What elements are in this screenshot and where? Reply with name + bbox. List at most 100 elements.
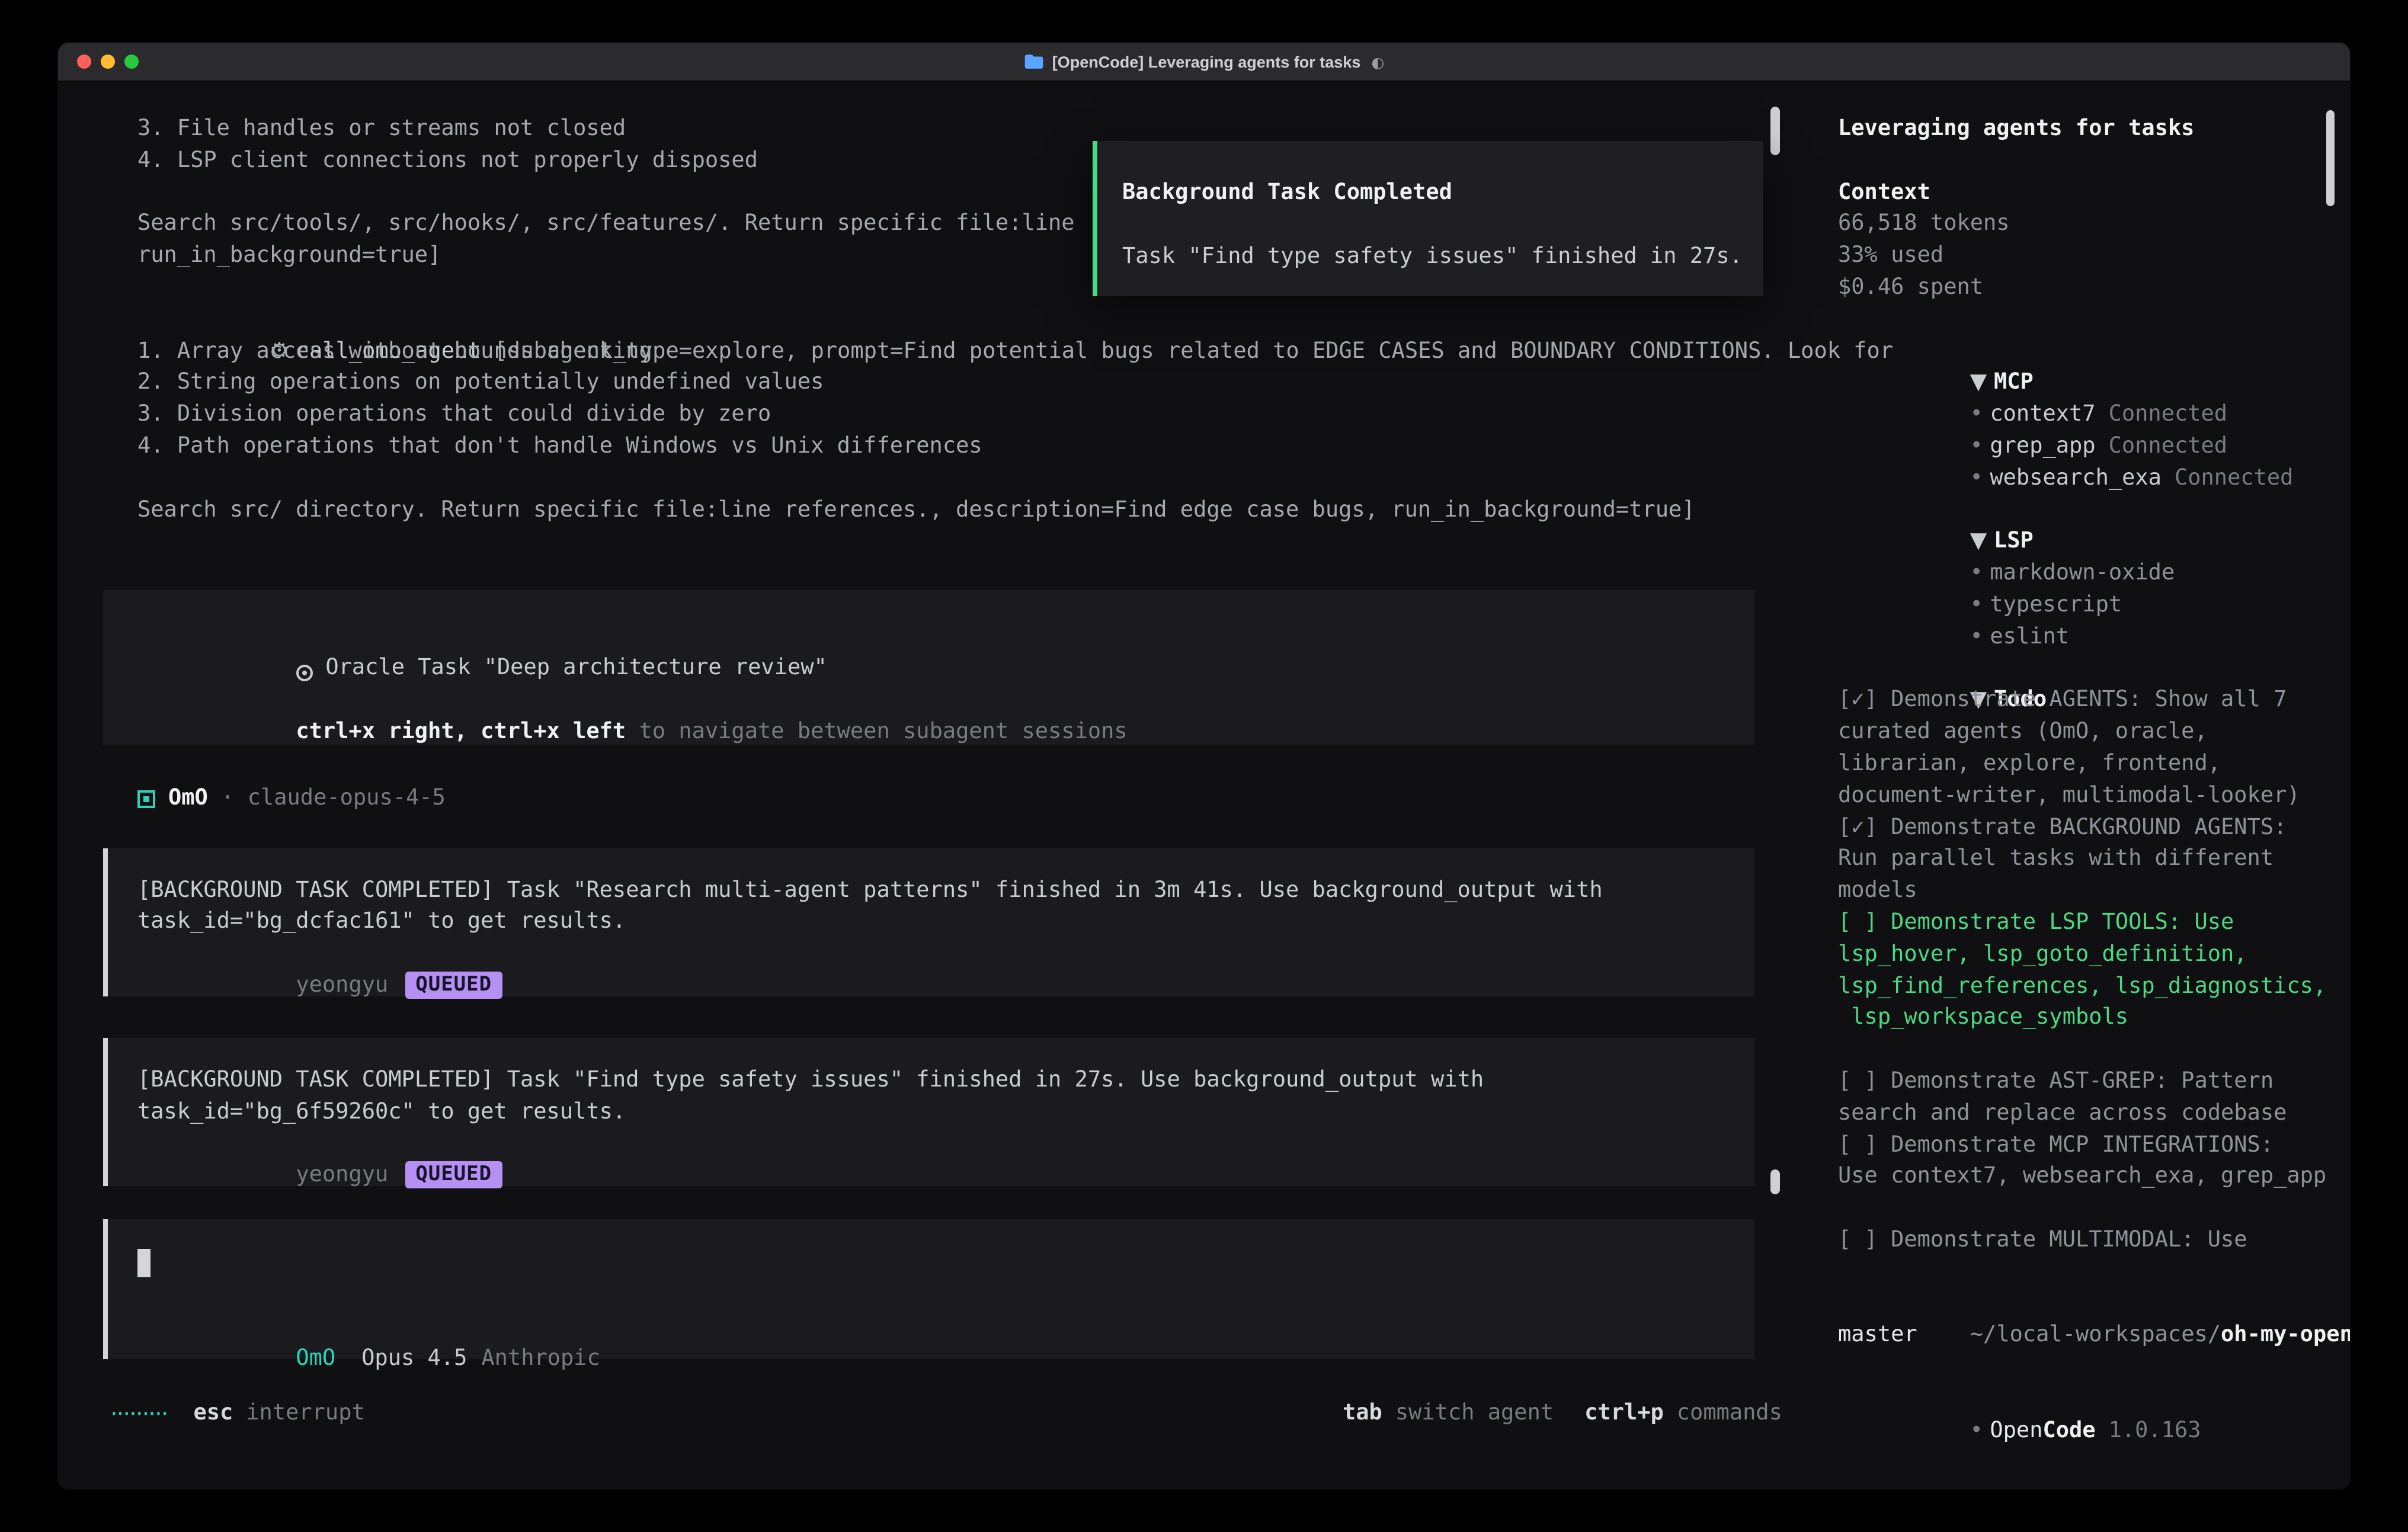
tool-call-line: ⚙ call_omo_agent [subagent_type=explore,… [137, 305, 1813, 336]
todo-line-active: lsp_find_references, lsp_diagnostics, [1838, 971, 2326, 1003]
prompt-input[interactable]: OmOOpus 4.5Anthropic [103, 1220, 1754, 1359]
lsp-name: markdown-oxide [1990, 560, 2175, 585]
mcp-name: context7 [1990, 402, 2095, 427]
blank-line [137, 1280, 1754, 1312]
sidebar: Leveraging agents for tasks Context 66,5… [1813, 82, 2350, 1491]
tool-call-args: [subagent_type=explore, prompt=Find pote… [481, 338, 1894, 363]
context-tokens: 66,518 tokens [1838, 209, 2326, 241]
todo-line-active: lsp_workspace_symbols [1838, 1003, 2326, 1035]
tool-call-list-line: 2. String operations on potentially unde… [137, 368, 1813, 400]
mcp-status: Connected [2175, 466, 2294, 491]
todo-line: [ ] Demonstrate AST-GREP: Pattern [1838, 1066, 2326, 1098]
commands-key-hint: ctrl+p [1584, 1398, 1664, 1430]
todo-line: document-writer, multimodal-looker) [1838, 780, 2326, 812]
window-title: [OpenCode] Leveraging agents for tasks ◐ [58, 53, 2350, 70]
context-spent: $0.46 spent [1838, 273, 2326, 305]
collapse-triangle-icon: ▼ [1970, 370, 1994, 395]
todo-line-active: lsp_hover, lsp_goto_definition, [1838, 939, 2326, 971]
workspace-repo: oh-my-opencode: [2221, 1323, 2350, 1348]
status-badge: QUEUED [405, 1162, 502, 1189]
mcp-status: Connected [2109, 402, 2228, 427]
tool-call-list-line: 4. Path operations that don't handle Win… [137, 431, 1813, 463]
window-content: 3. File handles or streams not closed 4.… [58, 82, 2350, 1491]
tool-call-tail-line: Search src/ directory. Return specific f… [137, 495, 1813, 527]
agent-header: OmO · claude-opus-4-5 [137, 783, 1813, 815]
blank-line [1838, 1034, 2326, 1066]
scrollbar-thumb[interactable] [1770, 107, 1780, 155]
bullet-icon: • [1970, 434, 1990, 459]
message-author: yeongyu [296, 973, 388, 998]
app-version: • OpenCode1.0.163 [1838, 1384, 2326, 1416]
app-version-number: 1.0.163 [2109, 1418, 2201, 1443]
todo-line: librarian, explore, frontend, [1838, 749, 2326, 781]
context-heading: Context [1838, 177, 2326, 209]
statusbar: ········· esc interrupt tab switch agent… [110, 1398, 1782, 1430]
message-meta: yeongyuQUEUED [137, 938, 1754, 970]
chat-pane: 3. File handles or streams not closed 4.… [58, 82, 1813, 1491]
context-used: 33% used [1838, 241, 2326, 273]
tab-key-hint: tab [1343, 1398, 1382, 1430]
blank-line [1838, 1193, 2326, 1225]
terminal-window: [OpenCode] Leveraging agents for tasks ◐… [57, 41, 2351, 1491]
todo-line: [ ] Demonstrate MCP INTEGRATIONS: [1838, 1130, 2326, 1162]
blank-line [1122, 210, 1740, 242]
agent-icon [137, 790, 155, 807]
oracle-task-title-line: Oracle Task "Deep architecture review" [137, 621, 1754, 653]
oracle-task-title: Oracle Task "Deep architecture review" [325, 655, 827, 680]
window-title-text: [OpenCode] Leveraging agents for tasks [1052, 53, 1361, 70]
tab-key-label: switch agent [1395, 1398, 1554, 1430]
collapse-triangle-icon: ▼ [1970, 529, 1994, 554]
todo-line-active: [ ] Demonstrate LSP TOOLS: Use [1838, 908, 2326, 940]
input-provider-name: Anthropic [481, 1345, 600, 1370]
folder-icon [1024, 53, 1044, 70]
model-line: OmOOpus 4.5Anthropic [137, 1312, 1754, 1344]
status-badge: QUEUED [405, 972, 502, 999]
app-name-bold: Code [2043, 1418, 2096, 1443]
tool-call-list-line: 3. Division operations that could divide… [137, 399, 1813, 431]
zoom-button[interactable] [124, 55, 139, 69]
todo-line: Use context7, websearch_exa, grep_app [1838, 1162, 2326, 1194]
toast-body: Task "Find type safety issues" finished … [1122, 241, 1740, 273]
todo-line: [✓] Demonstrate AGENTS: Show all 7 [1838, 685, 2326, 717]
mcp-section-header[interactable]: ▼ MCP [1838, 336, 2326, 368]
oracle-task-hint: ctrl+x right, ctrl+x left to navigate be… [137, 685, 1754, 717]
workspace-path: ~/local-workspaces/oh-my-opencode: [1838, 1289, 2326, 1321]
esc-key-hint: esc [193, 1398, 233, 1430]
mcp-heading: MCP [1994, 370, 2034, 395]
lsp-heading: LSP [1994, 529, 2034, 554]
mcp-name: websearch_exa [1990, 466, 2162, 491]
prompt-line[interactable] [137, 1248, 1754, 1280]
message-line: [BACKGROUND TASK COMPLETED] Task "Resear… [137, 875, 1754, 907]
input-agent-name[interactable]: OmO [296, 1345, 335, 1370]
text-cursor [137, 1249, 150, 1278]
minimize-button[interactable] [101, 55, 115, 69]
titlebar[interactable]: [OpenCode] Leveraging agents for tasks ◐ [58, 43, 2350, 82]
task-message[interactable]: [BACKGROUND TASK COMPLETED] Task "Resear… [103, 848, 1754, 996]
lsp-name: typescript [1990, 592, 2122, 617]
bullet-icon: • [1970, 560, 1990, 585]
commands-key-label: commands [1677, 1398, 1782, 1430]
scrollbar-thumb[interactable] [1770, 1169, 1780, 1194]
bullet-icon: • [1970, 402, 1990, 427]
mcp-name: grep_app [1990, 434, 2095, 459]
todo-line: curated agents (OmO, oracle, [1838, 717, 2326, 749]
task-message[interactable]: [BACKGROUND TASK COMPLETED] Task "Find t… [103, 1038, 1754, 1187]
agent-model: claude-opus-4-5 [248, 783, 446, 815]
blank-line [1838, 305, 2326, 336]
mcp-status: Connected [2109, 434, 2228, 459]
input-model-name[interactable]: Opus 4.5 [361, 1345, 467, 1370]
blank-line [1838, 146, 2326, 178]
lsp-name: eslint [1990, 624, 2069, 649]
scrollbar-thumb[interactable] [2326, 110, 2335, 206]
close-button[interactable] [77, 55, 91, 69]
esc-key-label: interrupt [246, 1398, 365, 1430]
oracle-task-panel[interactable]: Oracle Task "Deep architecture review" c… [103, 591, 1754, 745]
bullet-icon: • [1970, 466, 1990, 491]
hint-text: to navigate between subagent sessions [626, 719, 1128, 744]
agent-name: OmO [168, 783, 208, 815]
blank-line [1838, 1257, 2326, 1289]
message-line: task_id="bg_6f59260c" to get results. [137, 1097, 1754, 1129]
blank-line [103, 463, 1813, 495]
todo-line: [✓] Demonstrate BACKGROUND AGENTS: [1838, 812, 2326, 844]
toast-notification: Background Task Completed Task "Find typ… [1093, 141, 1763, 296]
